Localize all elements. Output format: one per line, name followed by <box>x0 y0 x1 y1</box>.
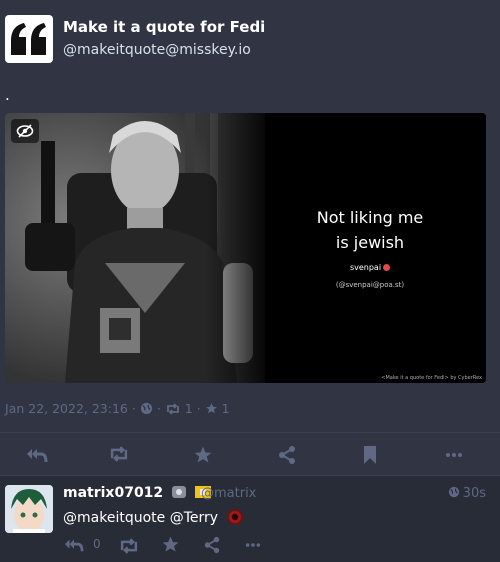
boost-icon <box>166 402 179 415</box>
share-button[interactable] <box>277 445 299 465</box>
ellipsis-icon[interactable] <box>245 536 261 554</box>
favourite-button[interactable] <box>193 445 215 465</box>
share-icon[interactable] <box>203 536 221 554</box>
globe-icon <box>140 402 152 415</box>
custom-emoji-icon <box>226 508 243 526</box>
quote-text: Not liking me is jewish <box>316 208 424 252</box>
reply-time-text: 30s <box>462 486 486 501</box>
quote-mark-icon <box>11 23 46 55</box>
status-timestamp[interactable]: Jan 22, 2022, 23:16 <box>5 401 128 416</box>
eye-slash-icon <box>16 124 34 138</box>
status-action-bar <box>0 432 500 476</box>
ellipsis-icon <box>446 453 462 457</box>
media-attachment[interactable]: Not liking me is jewish svenpai (@svenpa… <box>5 113 486 383</box>
quote-footer: <Make it a quote for Fedi> by CyberRex <box>381 375 482 381</box>
flag-icon <box>383 264 391 271</box>
star-icon <box>205 403 217 414</box>
status-meta: Jan 22, 2022, 23:16 · · 1 · 1 <box>5 400 230 416</box>
reply-display-name-text: matrix07012 <box>63 485 164 501</box>
hide-media-button[interactable] <box>11 119 39 143</box>
reply-avatar[interactable] <box>5 485 53 533</box>
status-card[interactable]: Make it a quote for Fedi @makeitquote@mi… <box>0 0 500 476</box>
bookmark-icon <box>364 446 376 464</box>
status-content: . <box>5 86 10 104</box>
reblog-count[interactable]: 1 <box>185 401 193 416</box>
boost-icon[interactable] <box>118 537 140 555</box>
separator-dot: · <box>196 401 201 416</box>
reply-account-handle[interactable]: @matrix <box>201 486 256 501</box>
star-icon[interactable] <box>161 535 180 554</box>
reply-status[interactable]: matrix07012 @matrix 30s @makeitquote @Te… <box>0 476 500 562</box>
boost-button[interactable] <box>108 445 130 465</box>
quote-author-handle: (@svenpai@poa.st) <box>335 281 405 289</box>
quote-author: svenpai <box>320 263 420 272</box>
anime-avatar-image <box>5 485 53 533</box>
reply-all-button[interactable] <box>26 445 48 465</box>
badge-icon <box>172 486 187 498</box>
display-name[interactable]: Make it a quote for Fedi <box>63 18 265 36</box>
reply-content: @makeitquote @Terry <box>63 508 244 526</box>
separator-dot: · <box>156 401 161 416</box>
favourite-count[interactable]: 1 <box>222 401 230 416</box>
globe-icon <box>448 486 459 498</box>
account-handle[interactable]: @makeitquote@misskey.io <box>63 42 251 58</box>
star-icon <box>194 446 212 463</box>
reply-icon[interactable] <box>63 536 85 554</box>
bookmark-button[interactable] <box>362 445 384 465</box>
share-icon <box>279 446 295 464</box>
quote-author-name: svenpai <box>349 263 382 272</box>
reply-display-name[interactable]: matrix07012 <box>63 485 211 501</box>
reply-action-bar: 0 <box>63 534 283 556</box>
boost-icon <box>110 446 128 462</box>
account-avatar[interactable] <box>5 15 53 63</box>
reply-time[interactable]: 30s <box>448 486 486 501</box>
reply-content-text: @makeitquote @Terry <box>63 510 219 526</box>
more-button[interactable] <box>445 445 467 465</box>
reply-all-icon <box>27 449 48 463</box>
reply-count: 0 <box>93 537 101 551</box>
separator-dot: · <box>131 401 136 416</box>
